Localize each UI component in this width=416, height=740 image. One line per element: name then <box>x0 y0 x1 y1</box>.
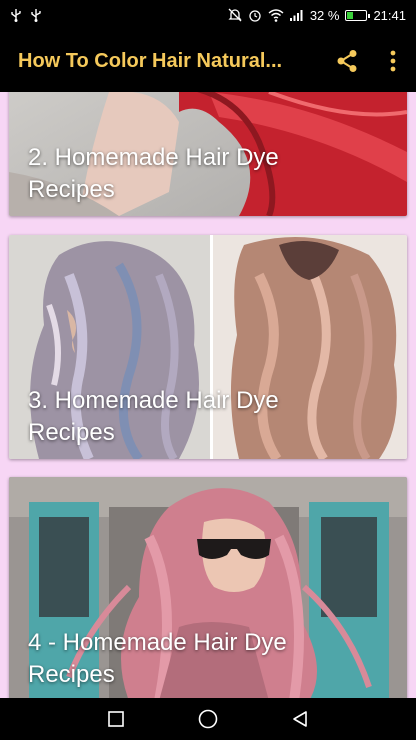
back-triangle-icon <box>293 711 307 727</box>
card-title: 2. Homemade Hair Dye Recipes <box>28 144 279 203</box>
share-button[interactable] <box>324 35 370 87</box>
more-options-button[interactable] <box>370 35 416 87</box>
app-bar: How To Color Hair Natural... <box>0 30 416 92</box>
share-icon <box>337 50 357 72</box>
more-vert-icon <box>390 50 396 72</box>
status-right-icons: 32 % 21:41 <box>228 8 406 23</box>
recents-square-icon <box>108 711 124 727</box>
recipe-card[interactable]: 4 - Homemade Hair Dye Recipes <box>9 477 407 698</box>
status-time: 21:41 <box>373 7 406 23</box>
mute-icon <box>228 8 242 22</box>
recipe-card[interactable]: 3. Homemade Hair Dye Recipes <box>9 235 407 459</box>
recipe-card[interactable]: 2. Homemade Hair Dye Recipes <box>9 92 407 216</box>
battery-icon <box>345 9 371 21</box>
alarm-icon <box>249 10 261 22</box>
card-title: 4 - Homemade Hair Dye Recipes <box>28 629 287 688</box>
content-list[interactable]: 2. Homemade Hair Dye Recipes 3. Homemade… <box>0 92 416 698</box>
home-button[interactable] <box>193 704 223 734</box>
usb-icon <box>11 9 21 22</box>
card-title: 3. Homemade Hair Dye Recipes <box>28 387 279 446</box>
app-title: How To Color Hair Natural... <box>18 49 283 72</box>
status-left-icons <box>10 8 42 22</box>
home-circle-icon <box>198 709 218 729</box>
navigation-bar <box>0 698 416 740</box>
signal-icon <box>289 10 303 21</box>
back-button[interactable] <box>285 704 315 734</box>
battery-percent: 32 % <box>309 7 340 23</box>
usb-icon <box>31 9 41 22</box>
recents-button[interactable] <box>101 704 131 734</box>
status-bar: 32 % 21:41 <box>0 0 416 30</box>
wifi-icon <box>268 8 284 22</box>
battery-level-fill <box>347 11 354 19</box>
app-actions <box>324 35 416 87</box>
